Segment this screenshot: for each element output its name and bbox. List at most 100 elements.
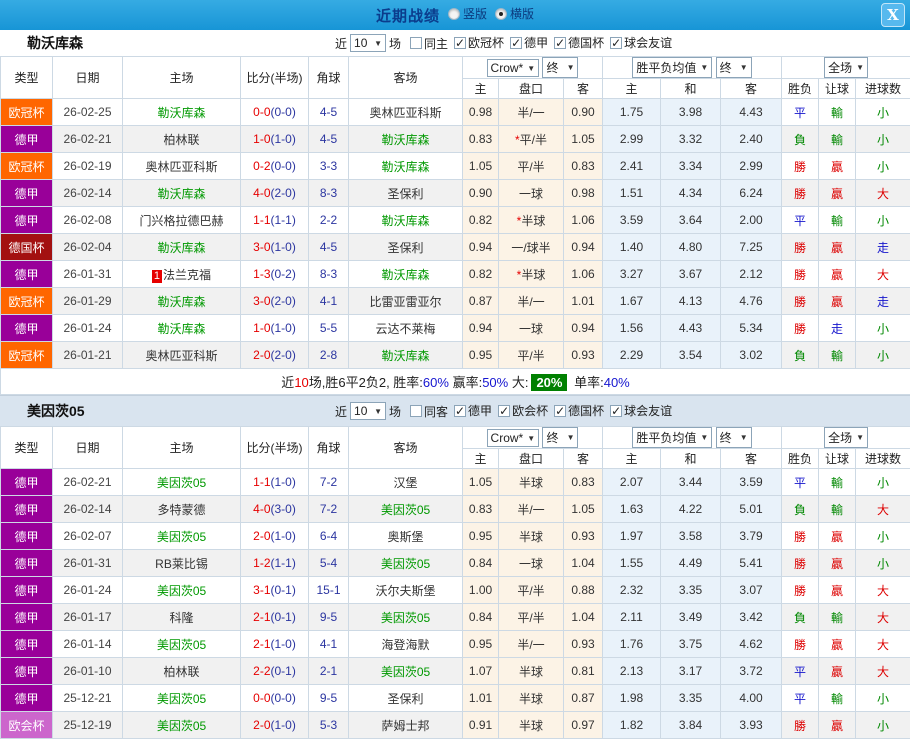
avg-home: 2.13 — [603, 658, 661, 685]
result-goals: 大 — [856, 577, 910, 604]
home-team[interactable]: 美因茨05 — [123, 685, 241, 712]
recent-count-dropdown[interactable]: 10 ▼ — [350, 402, 386, 420]
home-team[interactable]: 美因茨05 — [123, 469, 241, 496]
home-team[interactable]: 美因茨05 — [123, 631, 241, 658]
away-team[interactable]: 美因茨05 — [349, 550, 463, 577]
league-checkbox-德甲[interactable]: 德甲 — [454, 402, 492, 419]
result-goals: 大 — [856, 631, 910, 658]
chevron-down-icon: ▼ — [740, 63, 748, 72]
away-team[interactable]: 勒沃库森 — [349, 126, 463, 153]
handicap: 平/半 — [499, 604, 564, 631]
away-team[interactable]: 美因茨05 — [349, 658, 463, 685]
home-team[interactable]: 勒沃库森 — [123, 234, 241, 261]
home-team[interactable]: 门兴格拉德巴赫 — [123, 207, 241, 234]
home-team[interactable]: 柏林联 — [123, 658, 241, 685]
avg-home: 1.82 — [603, 712, 661, 739]
home-team[interactable]: RB莱比锡 — [123, 550, 241, 577]
score: 1-2(1-1) — [241, 550, 309, 577]
league-checkbox-德国杯[interactable]: 德国杯 — [554, 402, 604, 419]
away-team[interactable]: 勒沃库森 — [349, 261, 463, 288]
match-row: 德甲26-02-14勒沃库森4-0(2-0)8-3圣保利0.90一球0.981.… — [1, 180, 910, 207]
odds-final-dropdown[interactable]: 终▼ — [542, 427, 578, 448]
layout-radio-竖版[interactable]: 竖版 — [448, 5, 487, 22]
home-team-name: RB莱比锡 — [155, 557, 208, 571]
recent-count-dropdown[interactable]: 10 ▼ — [350, 34, 386, 52]
away-team[interactable]: 萨姆士邦 — [349, 712, 463, 739]
match-row: 欧冠杯26-01-21奥林匹亚科斯2-0(2-0)2-8勒沃库森0.95平/半0… — [1, 342, 910, 369]
home-team[interactable]: 勒沃库森 — [123, 315, 241, 342]
corners: 4-5 — [309, 99, 349, 126]
handicap: 半球 — [499, 712, 564, 739]
away-team[interactable]: 云达不莱梅 — [349, 315, 463, 342]
home-team[interactable]: 科隆 — [123, 604, 241, 631]
avg-dropdown[interactable]: 胜平负均值▼ — [632, 57, 712, 78]
away-team[interactable]: 圣保利 — [349, 180, 463, 207]
avg-draw: 4.43 — [661, 315, 721, 342]
away-team[interactable]: 圣保利 — [349, 685, 463, 712]
away-team[interactable]: 美因茨05 — [349, 604, 463, 631]
recent-count-value: 10 — [354, 36, 367, 50]
away-team[interactable]: 奥林匹亚科斯 — [349, 99, 463, 126]
corners: 8-3 — [309, 261, 349, 288]
checkbox-icon — [610, 405, 622, 417]
odds-final-dropdown[interactable]: 终▼ — [542, 57, 578, 78]
close-button[interactable]: X — [881, 3, 905, 27]
league-checkbox-德国杯[interactable]: 德国杯 — [554, 34, 604, 51]
league-checkbox-球会友谊[interactable]: 球会友谊 — [610, 402, 672, 419]
home-team[interactable]: 美因茨05 — [123, 523, 241, 550]
layout-radio-横版[interactable]: 横版 — [495, 5, 534, 22]
away-team[interactable]: 美因茨05 — [349, 496, 463, 523]
scope-dropdown[interactable]: 全场▼ — [824, 57, 868, 78]
sub-col-head: 和 — [661, 79, 721, 99]
away-team[interactable]: 圣保利 — [349, 234, 463, 261]
result-handicap: 輸 — [819, 496, 856, 523]
away-team-name: 圣保利 — [387, 692, 423, 706]
chevron-down-icon: ▼ — [374, 39, 382, 48]
same-venue-checkbox[interactable]: 同客 — [410, 403, 448, 420]
league-checkbox-欧冠杯[interactable]: 欧冠杯 — [454, 34, 504, 51]
odds-away: 0.98 — [564, 180, 603, 207]
full-time-score: 0-0 — [253, 105, 270, 119]
away-team[interactable]: 勒沃库森 — [349, 153, 463, 180]
home-team[interactable]: 1法兰克福 — [123, 261, 241, 288]
result-outcome: 勝 — [782, 631, 819, 658]
chevron-down-icon: ▼ — [700, 433, 708, 442]
league-checkbox-德甲[interactable]: 德甲 — [510, 34, 548, 51]
home-team[interactable]: 美因茨05 — [123, 712, 241, 739]
away-team[interactable]: 海登海默 — [349, 631, 463, 658]
home-team[interactable]: 柏林联 — [123, 126, 241, 153]
away-team[interactable]: 比雷亚雷亚尔 — [349, 288, 463, 315]
summary-text: 近10场,胜6平2负2, 胜率:60% 赢率:50% 大:20% 单率:40% — [1, 369, 910, 395]
odds-home: 0.94 — [463, 234, 499, 261]
away-team-name: 美因茨05 — [381, 665, 430, 679]
match-date: 26-01-10 — [53, 658, 123, 685]
league-badge: 欧冠杯 — [1, 342, 53, 369]
home-team[interactable]: 美因茨05 — [123, 577, 241, 604]
league-checkbox-球会友谊[interactable]: 球会友谊 — [610, 34, 672, 51]
home-team-name: 柏林联 — [163, 133, 199, 147]
avg-final-dropdown[interactable]: 终▼ — [716, 57, 752, 78]
away-team[interactable]: 勒沃库森 — [349, 342, 463, 369]
away-team[interactable]: 汉堡 — [349, 469, 463, 496]
away-team[interactable]: 沃尔夫斯堡 — [349, 577, 463, 604]
home-team[interactable]: 奥林匹亚科斯 — [123, 153, 241, 180]
score: 2-0(2-0) — [241, 342, 309, 369]
same-venue-checkbox[interactable]: 同主 — [410, 35, 448, 52]
home-team[interactable]: 勒沃库森 — [123, 180, 241, 207]
league-checkbox-欧会杯[interactable]: 欧会杯 — [498, 402, 548, 419]
odds-source-dropdown[interactable]: Crow*▼ — [487, 429, 540, 447]
result-handicap: 輸 — [819, 604, 856, 631]
home-team[interactable]: 勒沃库森 — [123, 99, 241, 126]
odds-source-dropdown[interactable]: Crow*▼ — [487, 59, 540, 77]
away-team-name: 美因茨05 — [381, 611, 430, 625]
avg-dropdown[interactable]: 胜平负均值▼ — [632, 427, 712, 448]
match-date: 26-01-31 — [53, 550, 123, 577]
avg-final-dropdown[interactable]: 终▼ — [716, 427, 752, 448]
away-team[interactable]: 奥斯堡 — [349, 523, 463, 550]
home-team-name: 科隆 — [169, 611, 193, 625]
home-team[interactable]: 勒沃库森 — [123, 288, 241, 315]
scope-dropdown[interactable]: 全场▼ — [824, 427, 868, 448]
away-team[interactable]: 勒沃库森 — [349, 207, 463, 234]
home-team[interactable]: 奥林匹亚科斯 — [123, 342, 241, 369]
home-team[interactable]: 多特蒙德 — [123, 496, 241, 523]
